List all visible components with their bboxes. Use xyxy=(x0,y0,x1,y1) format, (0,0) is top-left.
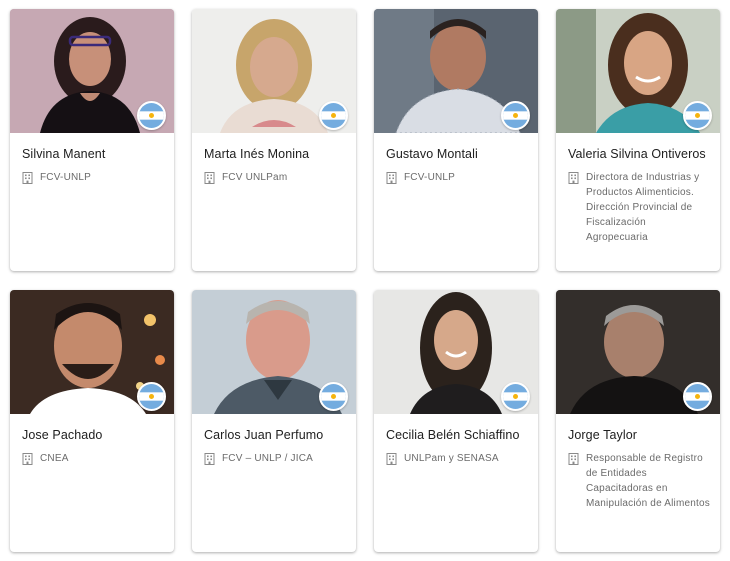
speaker-organization: UNLPam y SENASA xyxy=(386,452,528,466)
speaker-name: Jorge Taylor xyxy=(568,428,638,442)
building-icon xyxy=(386,172,397,184)
speaker-photo xyxy=(374,290,538,414)
speaker-card[interactable]: Carlos Juan Perfumo FCV – UNLP / JICA xyxy=(192,290,356,552)
building-icon xyxy=(386,453,397,465)
building-icon xyxy=(204,453,215,465)
speaker-name: Jose Pachado xyxy=(22,428,103,442)
speaker-photo xyxy=(192,9,356,133)
argentina-flag-icon xyxy=(683,101,712,130)
building-icon xyxy=(22,172,33,184)
building-icon xyxy=(568,453,579,465)
speaker-name: Gustavo Montali xyxy=(386,147,478,161)
speaker-card[interactable]: Cecilia Belén Schiaffino UNLPam y SENASA xyxy=(374,290,538,552)
speaker-card[interactable]: Jose Pachado CNEA xyxy=(10,290,174,552)
argentina-flag-icon xyxy=(319,382,348,411)
speaker-name: Marta Inés Monina xyxy=(204,147,310,161)
organization-text: Directora de Industrias y Productos Alim… xyxy=(586,172,700,243)
speaker-name: Carlos Juan Perfumo xyxy=(204,428,324,442)
organization-text: FCV-UNLP xyxy=(404,172,456,183)
argentina-flag-icon xyxy=(683,382,712,411)
speaker-organization: Responsable de Registro de Entidades Cap… xyxy=(568,452,710,511)
speaker-name: Silvina Manent xyxy=(22,147,106,161)
speaker-photo xyxy=(556,290,720,414)
argentina-flag-icon xyxy=(319,101,348,130)
speaker-card[interactable]: Jorge Taylor Responsable de Registro de … xyxy=(556,290,720,552)
speaker-organization: FCV – UNLP / JICA xyxy=(204,452,346,466)
speaker-photo xyxy=(10,290,174,414)
speaker-organization: FCV-UNLP xyxy=(386,171,528,185)
speaker-card[interactable]: Marta Inés Monina FCV UNLPam xyxy=(192,9,356,271)
organization-text: FCV – UNLP / JICA xyxy=(222,453,314,464)
argentina-flag-icon xyxy=(501,101,530,130)
organization-text: FCV UNLPam xyxy=(222,172,288,183)
speaker-organization: CNEA xyxy=(22,452,164,466)
building-icon xyxy=(22,453,33,465)
speaker-photo xyxy=(556,9,720,133)
organization-text: CNEA xyxy=(40,453,69,464)
speaker-photo xyxy=(10,9,174,133)
speaker-organization: FCV-UNLP xyxy=(22,171,164,185)
speaker-photo xyxy=(374,9,538,133)
argentina-flag-icon xyxy=(137,382,166,411)
speaker-card[interactable]: Silvina Manent FCV-UNLP xyxy=(10,9,174,271)
speaker-organization: FCV UNLPam xyxy=(204,171,346,185)
speaker-photo xyxy=(192,290,356,414)
speaker-organization: Directora de Industrias y Productos Alim… xyxy=(568,171,710,245)
argentina-flag-icon xyxy=(137,101,166,130)
argentina-flag-icon xyxy=(501,382,530,411)
speaker-name: Valeria Silvina Ontiveros xyxy=(568,147,706,161)
speaker-name: Cecilia Belén Schiaffino xyxy=(386,428,520,442)
speaker-card[interactable]: Gustavo Montali FCV-UNLP xyxy=(374,9,538,271)
speaker-card[interactable]: Valeria Silvina Ontiveros Directora de I… xyxy=(556,9,720,271)
organization-text: UNLPam y SENASA xyxy=(404,453,499,464)
building-icon xyxy=(204,172,215,184)
speaker-grid: Silvina Manent FCV-UNLP Marta Inés Monin… xyxy=(0,0,730,561)
organization-text: Responsable de Registro de Entidades Cap… xyxy=(586,453,710,509)
building-icon xyxy=(568,172,579,184)
organization-text: FCV-UNLP xyxy=(40,172,92,183)
